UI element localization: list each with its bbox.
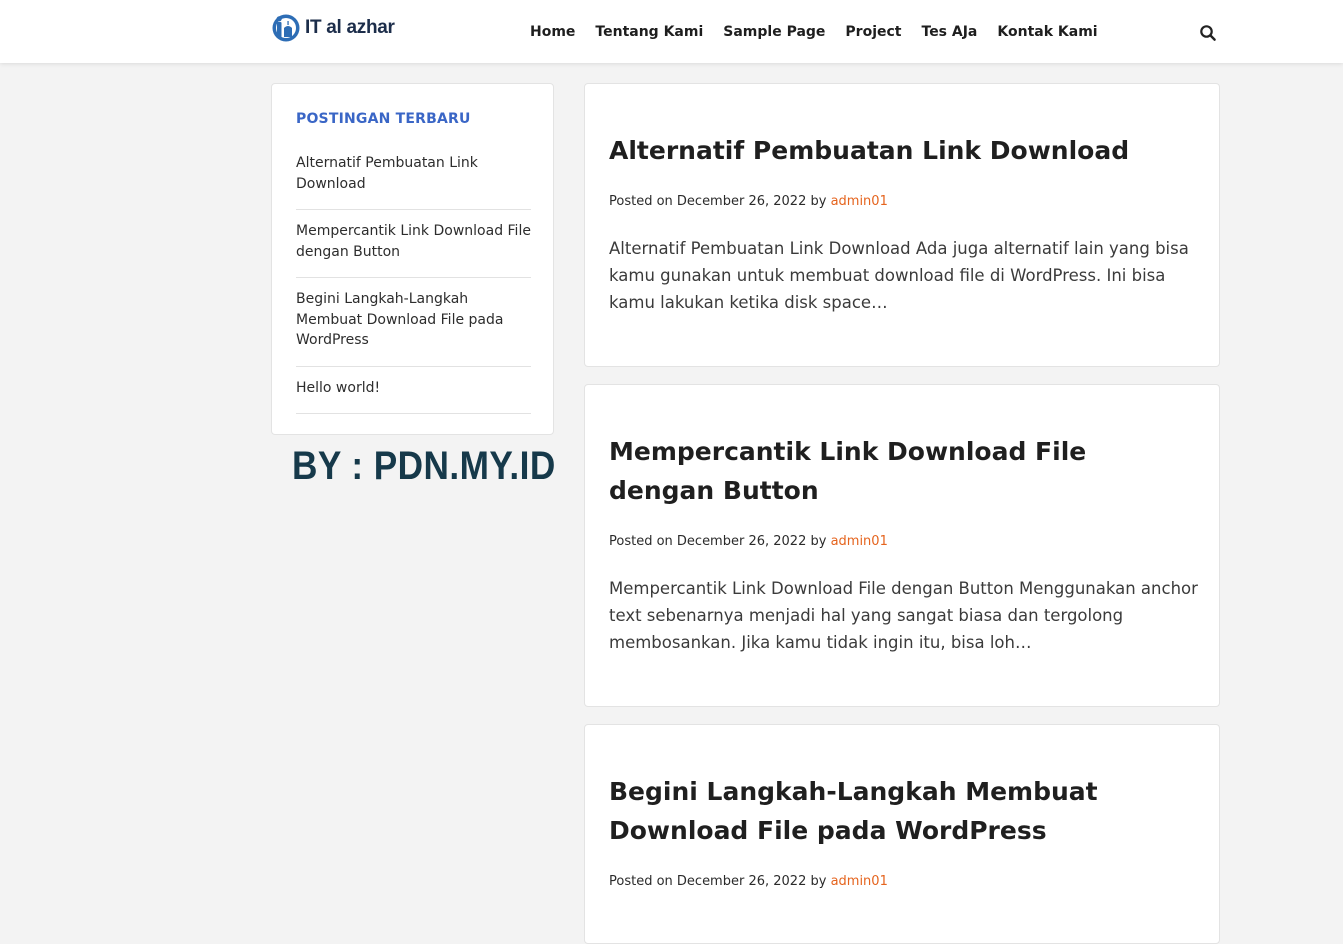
nav-item-tes-aja[interactable]: Tes AJa	[922, 24, 978, 40]
post-excerpt: Mempercantik Link Download File dengan B…	[609, 579, 1198, 652]
nav-item-home[interactable]: Home	[530, 24, 575, 40]
site-logo[interactable]: IT al azhar	[271, 12, 395, 44]
recent-post-link[interactable]: Begini Langkah-Langkah Membuat Download …	[296, 288, 531, 367]
recent-posts-widget: POSTINGAN TERBARU Alternatif Pembuatan L…	[271, 83, 554, 435]
post-date: Posted on December 26, 2022 by	[609, 194, 831, 209]
post-date: Posted on December 26, 2022 by	[609, 534, 831, 549]
search-icon[interactable]	[1199, 24, 1217, 42]
logo-icon	[271, 13, 301, 43]
post-meta: Posted on December 26, 2022 by admin01	[609, 874, 888, 889]
nav-item-sample-page[interactable]: Sample Page	[723, 24, 825, 40]
post-card: Begini Langkah-Langkah Membuat Download …	[584, 724, 1220, 944]
main-nav: Home Tentang Kami Sample Page Project Te…	[530, 0, 1118, 63]
post-card: Mempercantik Link Download File dengan B…	[584, 384, 1220, 707]
post-excerpt: Alternatif Pembuatan Link Download Ada j…	[609, 239, 1189, 312]
site-title[interactable]: IT al azhar	[305, 17, 395, 39]
post-title[interactable]: Alternatif Pembuatan Link Download	[609, 131, 1199, 170]
recent-post-link[interactable]: Hello world!	[296, 377, 531, 414]
post-card: Alternatif Pembuatan Link Download Poste…	[584, 83, 1220, 367]
recent-post-link[interactable]: Mempercantik Link Download File dengan B…	[296, 220, 531, 278]
post-meta: Posted on December 26, 2022 by admin01	[609, 194, 888, 209]
post-meta: Posted on December 26, 2022 by admin01	[609, 534, 888, 549]
nav-item-kontak-kami[interactable]: Kontak Kami	[997, 24, 1097, 40]
post-title[interactable]: Mempercantik Link Download File dengan B…	[609, 432, 1199, 510]
site-header: IT al azhar Home Tentang Kami Sample Pag…	[0, 0, 1343, 63]
post-author-link[interactable]: admin01	[831, 194, 888, 209]
post-date: Posted on December 26, 2022 by	[609, 874, 831, 889]
widget-title: POSTINGAN TERBARU	[296, 111, 471, 127]
recent-post-link[interactable]: Alternatif Pembuatan Link Download	[296, 152, 531, 210]
nav-item-project[interactable]: Project	[845, 24, 901, 40]
watermark-text: BY : PDN.MY.ID	[292, 444, 556, 488]
post-author-link[interactable]: admin01	[831, 874, 888, 889]
post-title[interactable]: Begini Langkah-Langkah Membuat Download …	[609, 772, 1199, 850]
nav-item-tentang-kami[interactable]: Tentang Kami	[595, 24, 703, 40]
post-author-link[interactable]: admin01	[831, 534, 888, 549]
recent-posts-list: Alternatif Pembuatan Link Download Mempe…	[296, 152, 531, 424]
